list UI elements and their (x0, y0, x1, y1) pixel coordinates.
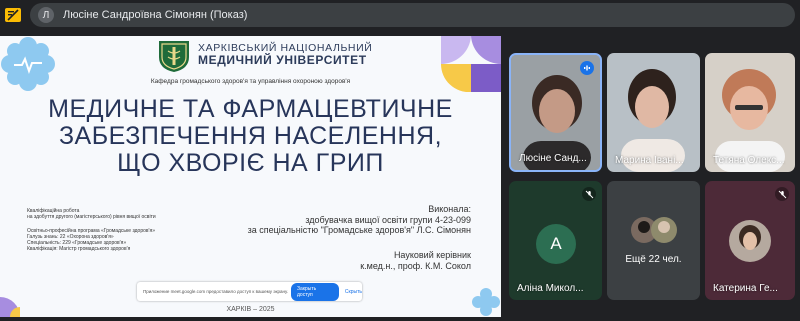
presentation-slide[interactable]: ХАРКІВСЬКИЙ НАЦІОНАЛЬНИЙ МЕДИЧНИЙ УНІВЕР… (0, 36, 501, 317)
participant-name: Люсіне Санд... (519, 153, 587, 164)
top-bar: Л Люсіне Сандроївна Сімонян (Показ) (0, 0, 800, 30)
participant-name: Аліна Микол... (517, 283, 584, 294)
university-name-line2: МЕДИЧНИЙ УНІВЕРСИТЕТ (198, 53, 367, 67)
more-participants-tile[interactable]: Ещё 22 чел. (607, 181, 700, 300)
participant-avatar: А (536, 224, 576, 264)
screen-share-consent-bar: Приложение meet.google.com предоставило … (137, 282, 362, 301)
slide-title-line3: ЩО ХВОРІЄ НА ГРИП (117, 149, 384, 177)
speaking-indicator-icon (580, 61, 594, 75)
participant-name: Марина Івані... (615, 155, 684, 166)
program-line4: Кваліфікація: Магістр громадського здоро… (27, 246, 131, 252)
qualification-line2: на здобуття другого (магістерського) рів… (27, 214, 156, 220)
participant-tile[interactable]: А Аліна Микол... (509, 181, 602, 300)
supervisor-name: к.мед.н., проф. К.М. Сокол (360, 260, 471, 271)
slide-title-line2: ЗАБЕЗПЕЧЕННЯ НАСЕЛЕННЯ, (58, 122, 443, 150)
presenter-avatar: Л (38, 7, 54, 23)
mic-muted-icon (582, 187, 596, 201)
more-participants-label: Ещё 22 чел. (625, 254, 682, 265)
performer-line1: здобувачка вищої освіти групи 4-23-099 (305, 214, 471, 225)
participant-tile[interactable]: Катерина Ге... (705, 181, 795, 300)
qualification-block: Кваліфікаційна робота на здобуття другог… (27, 208, 156, 220)
hide-link[interactable]: Скрыть (345, 289, 362, 295)
presenter-title: Люсіне Сандроївна Сімонян (Показ) (63, 9, 248, 21)
presenter-banner[interactable]: Л Люсіне Сандроївна Сімонян (Показ) (30, 3, 795, 27)
participant-name: Тетяна Олекс... (713, 155, 785, 166)
presentation-warning-icon[interactable] (4, 6, 22, 24)
supervisor-label: Науковий керівник (393, 250, 471, 260)
performer-label: Виконала: (428, 204, 471, 214)
consent-text: Приложение meet.google.com предоставило … (143, 289, 289, 294)
university-logo-icon (159, 41, 189, 72)
participant-thumbnails (631, 217, 677, 243)
participant-tile[interactable]: Марина Івані... (607, 53, 700, 172)
participant-tile[interactable]: Люсіне Санд... (509, 53, 602, 172)
university-name: ХАРКІВСЬКИЙ НАЦІОНАЛЬНИЙ МЕДИЧНИЙ УНІВЕР… (198, 42, 372, 66)
participant-tile[interactable]: Тетяна Олекс... (705, 53, 795, 172)
participant-avatar-photo (729, 220, 771, 262)
supervisor-block: Науковий керівник к.мед.н., проф. К.М. С… (360, 250, 471, 271)
mic-muted-icon (775, 187, 789, 201)
slide-footer-city: ХАРКІВ – 2025 (226, 306, 275, 313)
performer-block: Виконала: здобувачка вищої освіти групи … (248, 204, 471, 236)
stop-sharing-button[interactable]: Закрыть доступ (291, 282, 339, 301)
slide-title: МЕДИЧНЕ ТА ФАРМАЦЕВТИЧНЕ ЗАБЕЗПЕЧЕННЯ НА… (0, 96, 501, 177)
participant-name: Катерина Ге... (713, 283, 778, 294)
slide-title-line1: МЕДИЧНЕ ТА ФАРМАЦЕВТИЧНЕ (48, 95, 453, 123)
department-name: Кафедра громадського здоров'я та управлі… (150, 78, 351, 85)
program-block: Освітньо-професійна програма «Громадське… (27, 228, 155, 252)
performer-line2: за спеціальністю "Громадське здоров'я" Л… (247, 225, 471, 235)
